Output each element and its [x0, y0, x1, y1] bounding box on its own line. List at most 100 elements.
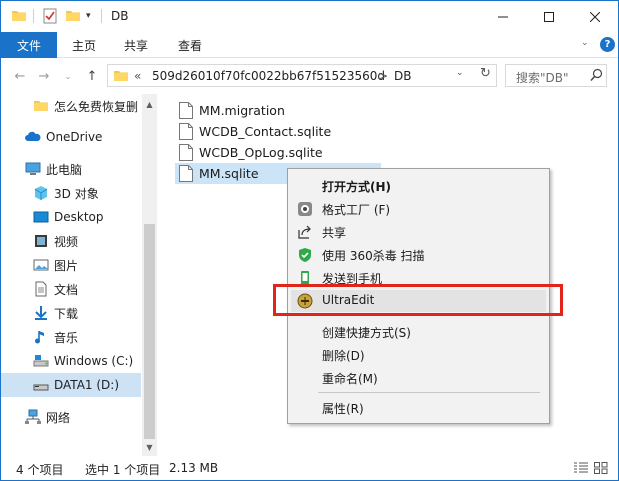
highlight-annotation: [273, 284, 563, 316]
tab-share[interactable]: 共享: [113, 32, 159, 58]
scroll-up-icon[interactable]: ▲: [142, 97, 157, 112]
nav-item-drive-c[interactable]: Windows (C:): [1, 349, 141, 373]
menu-create-shortcut[interactable]: 创建快捷方式(S): [291, 321, 546, 343]
nav-item-drive-d[interactable]: DATA1 (D:): [1, 373, 141, 397]
large-icons-view-icon[interactable]: [594, 462, 608, 474]
nav-item-network[interactable]: 网络: [1, 405, 141, 429]
file-icon: [179, 102, 193, 119]
tab-view[interactable]: 查看: [167, 32, 213, 58]
address-bar[interactable]: « 509d26010f70fc0022bb67f51523560d > DB …: [107, 64, 497, 87]
nav-item-desktop[interactable]: Desktop: [1, 205, 141, 229]
close-button[interactable]: [572, 1, 618, 32]
nav-item-this-pc[interactable]: 此电脑: [1, 157, 141, 181]
download-icon: [33, 305, 49, 321]
scroll-down-icon[interactable]: ▼: [142, 440, 157, 455]
nav-item-label: 音乐: [54, 330, 79, 345]
desktop-icon: [33, 209, 49, 225]
nav-item-quick-folder[interactable]: 怎么免费恢复删: [1, 94, 141, 118]
help-icon[interactable]: ?: [600, 37, 615, 52]
breadcrumb-segment[interactable]: 509d26010f70fc0022bb67f51523560d: [152, 69, 385, 83]
menu-open-with[interactable]: 打开方式(H): [291, 175, 546, 197]
ribbon-expand-icon[interactable]: ⌄: [581, 38, 589, 48]
back-button[interactable]: ←: [11, 67, 29, 85]
folder-icon: [113, 68, 129, 84]
picture-icon: [33, 257, 49, 273]
menu-label: 删除(D): [322, 349, 365, 363]
nav-item-label: Desktop: [54, 210, 104, 224]
menu-label: 创建快捷方式(S): [322, 326, 411, 340]
title-bar: ▾ DB: [1, 1, 618, 32]
customize-dropdown-icon[interactable]: ▾: [86, 11, 102, 27]
minimize-button[interactable]: [480, 1, 526, 32]
document-icon: [33, 281, 49, 297]
shield-360-icon: [297, 247, 313, 263]
menu-delete[interactable]: 删除(D): [291, 344, 546, 366]
file-item[interactable]: WCDB_Contact.sqlite: [175, 121, 331, 142]
breadcrumb-separator: >: [378, 69, 389, 83]
details-view-icon[interactable]: [574, 462, 588, 474]
folder-icon: [33, 98, 49, 114]
breadcrumb-segment[interactable]: DB: [394, 69, 411, 83]
new-folder-icon[interactable]: [65, 8, 81, 24]
nav-item-pictures[interactable]: 图片: [1, 253, 141, 277]
file-item[interactable]: WCDB_OpLog.sqlite: [175, 142, 323, 163]
network-icon: [25, 409, 41, 425]
menu-label: 属性(R): [322, 402, 364, 416]
refresh-icon[interactable]: ↻: [480, 66, 491, 81]
nav-item-music[interactable]: 音乐: [1, 325, 141, 349]
format-factory-icon: [297, 201, 313, 217]
nav-item-onedrive[interactable]: OneDrive: [1, 125, 141, 149]
address-dropdown-icon[interactable]: ⌄: [456, 68, 464, 78]
nav-scrollbar[interactable]: ▲ ▼: [142, 94, 157, 456]
menu-label: 打开方式(H): [322, 180, 392, 194]
nav-item-label: 图片: [54, 258, 79, 273]
ribbon: 文件 主页 共享 查看 ⌄ ?: [1, 32, 618, 58]
file-item[interactable]: MM.migration: [175, 100, 285, 121]
address-overflow[interactable]: «: [134, 69, 141, 83]
tab-home[interactable]: 主页: [61, 32, 107, 58]
forward-button[interactable]: →: [35, 67, 53, 85]
nav-item-label: DATA1 (D:): [54, 378, 120, 392]
nav-item-videos[interactable]: 视频: [1, 229, 141, 253]
search-box[interactable]: 搜索"DB": [505, 64, 607, 87]
selection-size: 2.13 MB: [169, 461, 219, 475]
properties-icon[interactable]: [42, 8, 58, 24]
nav-item-label: Windows (C:): [54, 354, 134, 368]
computer-icon: [25, 161, 41, 177]
menu-format-factory[interactable]: 格式工厂 (F): [291, 198, 546, 220]
address-row: ← → ⌄ ↑ « 509d26010f70fc0022bb67f5152356…: [1, 58, 618, 94]
up-button[interactable]: ↑: [83, 67, 101, 85]
nav-item-downloads[interactable]: 下载: [1, 301, 141, 325]
nav-item-label: 视频: [54, 234, 79, 249]
nav-item-label: 网络: [46, 410, 71, 425]
explorer-window: ▾ DB 文件 主页 共享 查看 ⌄ ? ← → ⌄ ↑ « 509d26010: [0, 0, 619, 481]
scrollbar-thumb[interactable]: [144, 224, 155, 439]
selection-count: 选中 1 个项目: [85, 463, 161, 477]
menu-properties[interactable]: 属性(R): [291, 397, 546, 419]
menu-rename[interactable]: 重命名(M): [291, 367, 546, 389]
cloud-icon: [25, 129, 41, 145]
nav-item-label: 3D 对象: [54, 186, 99, 201]
recent-locations-icon[interactable]: ⌄: [59, 67, 77, 85]
status-bar: 4 个项目 选中 1 个项目 2.13 MB: [1, 456, 618, 480]
search-placeholder: 搜索"DB": [516, 71, 569, 85]
tab-file[interactable]: 文件: [1, 32, 57, 58]
menu-share[interactable]: 共享: [291, 221, 546, 243]
file-name: MM.migration: [199, 103, 285, 118]
file-name: WCDB_OpLog.sqlite: [199, 145, 323, 160]
separator: [101, 9, 102, 23]
file-name: WCDB_Contact.sqlite: [199, 124, 332, 139]
share-icon: [297, 224, 313, 240]
menu-label: 重命名(M): [322, 372, 378, 386]
file-icon: [179, 123, 193, 140]
menu-scan-360[interactable]: 使用 360杀毒 扫描: [291, 244, 546, 266]
music-icon: [33, 329, 49, 345]
nav-item-label: 下载: [54, 306, 79, 321]
maximize-button[interactable]: [526, 1, 572, 32]
drive-icon: [33, 353, 49, 369]
nav-item-documents[interactable]: 文档: [1, 277, 141, 301]
menu-separator: [318, 392, 540, 393]
nav-item-label: 文档: [54, 282, 79, 297]
nav-item-label: 怎么免费恢复删: [54, 99, 139, 114]
nav-item-3d-objects[interactable]: 3D 对象: [1, 181, 141, 205]
